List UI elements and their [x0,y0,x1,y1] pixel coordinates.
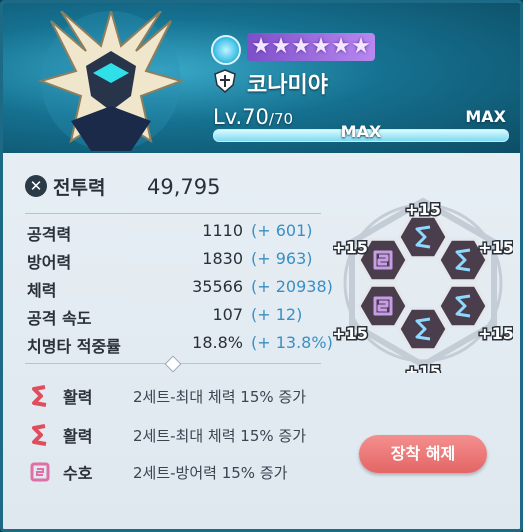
crossed-swords-icon: ✕ [25,175,47,197]
set-effect-description: 2세트-최대 체력 15% 증가 [133,387,307,406]
star-icon: ★ [331,34,351,59]
stat-bonus: (+ 601) [251,221,313,240]
combat-power-row: ✕ 전투력 [25,171,105,201]
set-effect-name: 활력 [63,388,93,407]
stat-value: 35566 [192,277,243,296]
hero-stars: ★ ★ ★ ★ ★ ★ [247,33,375,61]
star-icon: ★ [311,34,331,59]
stat-bonus: (+ 13.8%) [251,333,333,352]
stat-bonus: (+ 12) [251,305,303,324]
hero-name: 코나미야 [247,73,328,98]
rune-enhance-level: +15 [478,238,513,257]
rune-slots: +15 +15 +15 +15 +15 +15 [333,197,513,373]
set-effect-description: 2세트-최대 체력 15% 증가 [133,426,307,445]
stat-value: 18.8% [192,333,243,352]
rune-enhance-level: +15 [478,324,513,343]
star-icon: ★ [251,34,271,59]
stat-label: 치명타 적중률 [27,337,121,356]
rune-enhance-level: +15 [405,200,441,219]
set-effect-description: 2세트-방어력 15% 증가 [133,463,288,482]
stat-row: 공격 속도 107 (+ 12) [27,305,337,329]
vitality-rune-icon [32,424,47,446]
vitality-rune-icon [32,385,47,407]
set-effect-row: 수호 2세트-방어력 15% 증가 [29,458,287,486]
rune-enhance-level: +15 [333,238,368,257]
divider-diamond [164,355,182,373]
unequip-button[interactable]: 장착 해제 [359,435,487,473]
star-icon: ★ [351,34,371,59]
hero-portrait [37,11,185,151]
experience-bar: MAX [213,122,509,142]
stat-row: 체력 35566 (+ 20938) [27,277,337,301]
stat-value: 1830 [202,249,243,268]
stat-row: 공격력 1110 (+ 601) [27,221,337,245]
water-element-icon [211,35,241,65]
set-effect-name: 수호 [63,464,93,483]
stat-label: 공격력 [27,225,72,244]
divider [25,213,321,214]
stat-label: 방어력 [27,253,72,272]
combat-power-value: 49,795 [147,175,221,199]
guard-rune-icon [30,462,50,482]
stat-bonus: (+ 20938) [251,277,333,296]
experience-bar-label: MAX [340,122,382,141]
set-effect-row: 활력 2세트-최대 체력 15% 증가 [29,382,306,410]
set-effect-name: 활력 [63,427,93,446]
stat-value: 1110 [202,221,243,240]
stat-value: 107 [212,305,243,324]
rune-enhance-level: +15 [405,362,441,373]
hero-detail-panel: ★ ★ ★ ★ ★ ★ 코나미야 Lv.70/70 MAX MAX ✕ 전투력 49,79… [0,0,523,532]
stat-row: 방어력 1830 (+ 963) [27,249,337,273]
rune-enhance-level: +15 [333,324,368,343]
combat-power-label: 전투력 [53,176,106,199]
set-effect-row: 활력 2세트-최대 체력 15% 증가 [29,421,306,449]
stat-label: 공격 속도 [27,309,92,328]
stat-label: 체력 [27,281,57,300]
defender-class-icon [214,69,236,93]
stat-row: 치명타 적중률 18.8% (+ 13.8%) [27,333,337,357]
star-icon: ★ [271,34,291,59]
stat-bonus: (+ 963) [251,249,313,268]
hero-header: ★ ★ ★ ★ ★ ★ 코나미야 Lv.70/70 MAX MAX [3,3,520,153]
star-icon: ★ [291,34,311,59]
